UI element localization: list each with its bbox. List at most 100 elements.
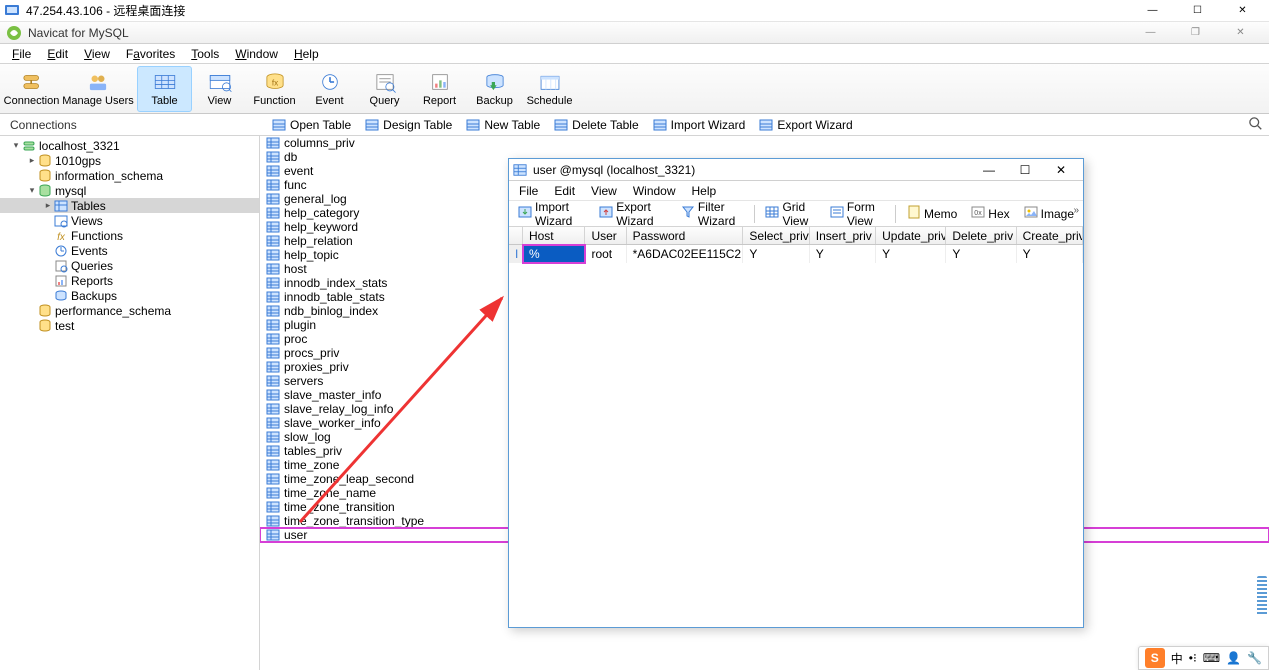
table-icon bbox=[266, 291, 280, 303]
table-icon bbox=[266, 333, 280, 345]
side-handle[interactable] bbox=[1257, 576, 1267, 616]
table-label: time_zone_transition_type bbox=[284, 514, 424, 528]
dw-toolbar-image[interactable]: Image bbox=[1019, 203, 1079, 224]
data-window-titlebar[interactable]: user @mysql (localhost_3321) — ☐ ✕ bbox=[509, 159, 1083, 181]
menu-edit[interactable]: Edit bbox=[39, 44, 76, 64]
restore-button[interactable]: ❐ bbox=[1173, 22, 1218, 44]
table-icon bbox=[266, 263, 280, 275]
minimize-button[interactable]: — bbox=[1128, 22, 1173, 44]
expand-icon[interactable]: ▸ bbox=[26, 155, 38, 166]
cell-create_priv[interactable]: Y bbox=[1017, 245, 1083, 263]
toolbar-schedule[interactable]: Schedule bbox=[522, 66, 577, 112]
dw-toolbar-memo[interactable]: Memo bbox=[902, 203, 962, 224]
dbitem-reports[interactable]: Reports bbox=[0, 273, 259, 288]
cell-password[interactable]: *A6DAC02EE115C21CCA2E0 bbox=[627, 245, 744, 263]
col-header-user[interactable]: User bbox=[585, 227, 626, 244]
subtoolbar-open-table[interactable]: Open Table bbox=[268, 117, 355, 133]
subtoolbar-delete-table[interactable]: Delete Table bbox=[550, 117, 643, 133]
tree-label: Views bbox=[71, 214, 103, 228]
maximize-button[interactable]: ☐ bbox=[1007, 160, 1043, 180]
table-icon bbox=[266, 473, 280, 485]
dbitem-backups[interactable]: Backups bbox=[0, 288, 259, 303]
ime-toolbar[interactable]: S 中 •⁝ ⌨ 👤 🔧 bbox=[1138, 646, 1269, 670]
toolbar-manage-users[interactable]: Manage Users bbox=[59, 66, 137, 112]
maximize-button[interactable]: ☐ bbox=[1175, 0, 1220, 22]
dw-toolbar-form-view[interactable]: Form View bbox=[825, 198, 889, 230]
cell-host[interactable]: % bbox=[523, 245, 585, 263]
expand-icon[interactable]: ▾ bbox=[10, 140, 22, 151]
dbitem-functions[interactable]: fxFunctions bbox=[0, 228, 259, 243]
toolbar-backup[interactable]: Backup bbox=[467, 66, 522, 112]
dw-toolbar-hex[interactable]: 0xHex bbox=[966, 203, 1014, 224]
menu-tools[interactable]: Tools bbox=[183, 44, 227, 64]
col-header-host[interactable]: Host bbox=[523, 227, 585, 244]
conn-localhost_3321[interactable]: ▾ localhost_3321 bbox=[0, 138, 259, 153]
menu-file[interactable]: File bbox=[4, 44, 39, 64]
db-mysql[interactable]: ▾mysql bbox=[0, 183, 259, 198]
col-header-password[interactable]: Password bbox=[627, 227, 744, 244]
functions-icon: fx bbox=[54, 229, 68, 243]
table-icon bbox=[272, 118, 286, 132]
table-item-columns_priv[interactable]: columns_priv bbox=[260, 136, 1269, 150]
toolbar-overflow-icon[interactable]: » bbox=[1073, 205, 1079, 216]
subtoolbar-import-wizard[interactable]: Import Wizard bbox=[649, 117, 750, 133]
dbitem-tables[interactable]: ▸Tables bbox=[0, 198, 259, 213]
dbitem-queries[interactable]: Queries bbox=[0, 258, 259, 273]
dw-toolbar-import-wizard[interactable]: Import Wizard bbox=[513, 198, 590, 230]
minimize-button[interactable]: — bbox=[1130, 0, 1175, 22]
col-header-create_priv[interactable]: Create_priv bbox=[1017, 227, 1083, 244]
tree-label: Functions bbox=[71, 229, 123, 243]
toolbar-table[interactable]: Table bbox=[137, 66, 192, 112]
dw-toolbar-filter-wizard[interactable]: Filter Wizard bbox=[676, 198, 748, 230]
db-1010gps[interactable]: ▸1010gps bbox=[0, 153, 259, 168]
grid-header-row: HostUserPasswordSelect_privInsert_privUp… bbox=[509, 227, 1083, 245]
col-header-select_priv[interactable]: Select_priv bbox=[743, 227, 809, 244]
table-label: help_keyword bbox=[284, 220, 358, 234]
col-header-delete_priv[interactable]: Delete_priv bbox=[946, 227, 1016, 244]
queries-icon bbox=[54, 259, 68, 273]
dw-toolbar-export-wizard[interactable]: Export Wizard bbox=[594, 198, 672, 230]
subtoolbar-export-wizard[interactable]: Export Wizard bbox=[755, 117, 856, 133]
table-icon bbox=[266, 319, 280, 331]
cell-insert_priv[interactable]: Y bbox=[810, 245, 876, 263]
close-button[interactable]: ✕ bbox=[1218, 22, 1263, 44]
menu-favorites[interactable]: Favorites bbox=[118, 44, 183, 64]
toolbar-event[interactable]: Event bbox=[302, 66, 357, 112]
db-performance_schema[interactable]: performance_schema bbox=[0, 303, 259, 318]
rdp-titlebar: 47.254.43.106 - 远程桌面连接 — ☐ ✕ bbox=[0, 0, 1269, 22]
subtoolbar-new-table[interactable]: New Table bbox=[462, 117, 544, 133]
dw-toolbar-grid-view[interactable]: Grid View bbox=[760, 198, 820, 230]
expand-icon[interactable]: ▸ bbox=[42, 200, 54, 211]
toolbar-report[interactable]: Report bbox=[412, 66, 467, 112]
navicat-menubar: File Edit View Favorites Tools Window He… bbox=[0, 44, 1269, 64]
close-button[interactable]: ✕ bbox=[1043, 160, 1079, 180]
db-information_schema[interactable]: information_schema bbox=[0, 168, 259, 183]
col-header-update_priv[interactable]: Update_priv bbox=[876, 227, 946, 244]
menu-help[interactable]: Help bbox=[286, 44, 327, 64]
dbitem-views[interactable]: Views bbox=[0, 213, 259, 228]
toolbar-function[interactable]: fxFunction bbox=[247, 66, 302, 112]
cell-select_priv[interactable]: Y bbox=[743, 245, 809, 263]
expand-icon[interactable]: ▾ bbox=[26, 185, 38, 196]
close-button[interactable]: ✕ bbox=[1220, 0, 1265, 22]
menu-view[interactable]: View bbox=[76, 44, 118, 64]
cell-update_priv[interactable]: Y bbox=[876, 245, 946, 263]
dbitem-events[interactable]: Events bbox=[0, 243, 259, 258]
db-test[interactable]: test bbox=[0, 318, 259, 333]
toolbar-connection[interactable]: Connection bbox=[4, 66, 59, 112]
connections-pane: ▾ localhost_3321▸1010gpsinformation_schem… bbox=[0, 136, 260, 670]
cell-user[interactable]: root bbox=[585, 245, 626, 263]
toolbar-view[interactable]: View bbox=[192, 66, 247, 112]
search-icon[interactable] bbox=[1249, 117, 1263, 131]
tree-label: localhost_3321 bbox=[39, 139, 120, 153]
db-icon bbox=[38, 304, 52, 318]
toolbar-query[interactable]: Query bbox=[357, 66, 412, 112]
col-header-insert_priv[interactable]: Insert_priv bbox=[810, 227, 876, 244]
data-grid[interactable]: HostUserPasswordSelect_privInsert_privUp… bbox=[509, 227, 1083, 627]
cell-delete_priv[interactable]: Y bbox=[946, 245, 1016, 263]
subtoolbar-design-table[interactable]: Design Table bbox=[361, 117, 456, 133]
grid-data-row[interactable]: I%root*A6DAC02EE115C21CCA2E0YYYYY bbox=[509, 245, 1083, 263]
menu-window[interactable]: Window bbox=[227, 44, 286, 64]
image-icon bbox=[1024, 205, 1038, 222]
minimize-button[interactable]: — bbox=[971, 160, 1007, 180]
